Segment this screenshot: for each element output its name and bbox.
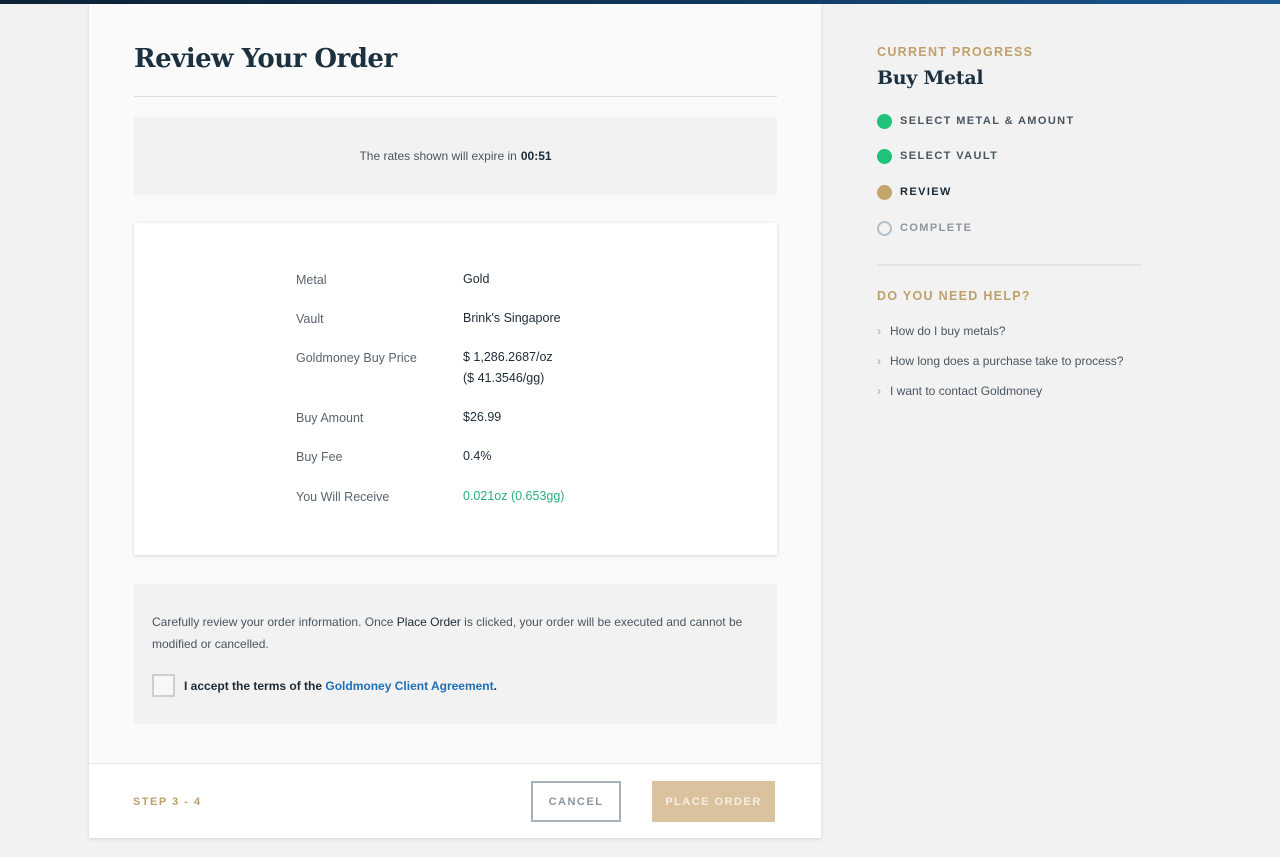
progress-title: Buy Metal [877,67,984,89]
detail-value: $ 1,286.2687/oz [463,350,553,364]
progress-sidebar: CURRENT PROGRESS Buy Metal SELECT METAL … [877,0,1141,857]
rate-expiry-text: The rates shown will expire in [359,149,517,163]
help-link-purchase-time[interactable]: › How long does a purchase take to proce… [877,354,1123,368]
progress-step-complete: COMPLETE [877,220,972,236]
rate-expiry-notice: The rates shown will expire in 00:51 [134,117,777,195]
accept-terms-label: I accept the terms of the Goldmoney Clie… [184,679,497,693]
rate-expiry-timer: 00:51 [520,149,552,163]
step-indicator: STEP 3 - 4 [133,796,202,808]
chevron-right-icon: › [877,324,881,338]
cancel-button[interactable]: CANCEL [531,781,621,822]
sidebar-divider [877,264,1141,266]
progress-step-label: SELECT VAULT [900,150,999,162]
order-footer: STEP 3 - 4 CANCEL PLACE ORDER [89,763,821,838]
help-link-label: How long does a purchase take to process… [890,354,1124,368]
detail-value: 0.4% [463,449,492,463]
accept-suffix: . [493,679,497,693]
step-current-icon [877,184,892,200]
receive-amount: 0.021oz (0.653gg) [463,489,565,503]
progress-step-label: SELECT METAL & AMOUNT [900,115,1075,127]
detail-label: Buy Amount [296,411,364,425]
accept-prefix: I accept the terms of the [184,679,323,693]
detail-value: $26.99 [463,410,502,424]
title-divider [134,96,777,97]
order-details-card: Metal Gold Vault Brink's Singapore Goldm… [134,223,777,555]
detail-label: Buy Fee [296,450,343,464]
step-complete-icon [877,148,892,164]
step-pending-icon [877,220,892,236]
review-order-card: Review Your Order The rates shown will e… [89,4,821,838]
client-agreement-link[interactable]: Goldmoney Client Agreement [325,679,493,693]
warning-prefix: Carefully review your order information.… [152,615,394,629]
progress-step-label: REVIEW [900,186,952,198]
detail-label: You Will Receive [296,490,390,504]
order-warning-text: Carefully review your order information.… [152,611,752,655]
detail-label: Vault [296,312,324,326]
help-heading: DO YOU NEED HELP? [877,289,1031,303]
place-order-button[interactable]: PLACE ORDER [652,781,775,822]
progress-step-select-vault: SELECT VAULT [877,148,998,164]
accept-terms-checkbox[interactable] [152,674,175,697]
chevron-right-icon: › [877,384,881,398]
progress-step-label: COMPLETE [900,222,973,234]
help-link-label: How do I buy metals? [890,324,1006,338]
progress-step-review: REVIEW [877,184,952,200]
progress-step-select-metal: SELECT METAL & AMOUNT [877,113,1075,129]
help-link-buy-metals[interactable]: › How do I buy metals? [877,324,1005,338]
detail-value: Gold [463,272,490,286]
page-title: Review Your Order [134,44,397,74]
chevron-right-icon: › [877,354,881,368]
detail-label: Goldmoney Buy Price [296,351,417,365]
detail-label: Metal [296,273,327,287]
detail-value-secondary: ($ 41.3546/gg) [463,371,545,385]
warning-emphasis: Place Order [396,615,461,629]
help-link-label: I want to contact Goldmoney [890,384,1043,398]
progress-heading: CURRENT PROGRESS [877,45,1034,59]
detail-value: Brink's Singapore [463,311,561,325]
order-terms-box: Carefully review your order information.… [134,584,777,724]
help-link-contact[interactable]: › I want to contact Goldmoney [877,384,1042,398]
step-complete-icon [877,113,892,129]
